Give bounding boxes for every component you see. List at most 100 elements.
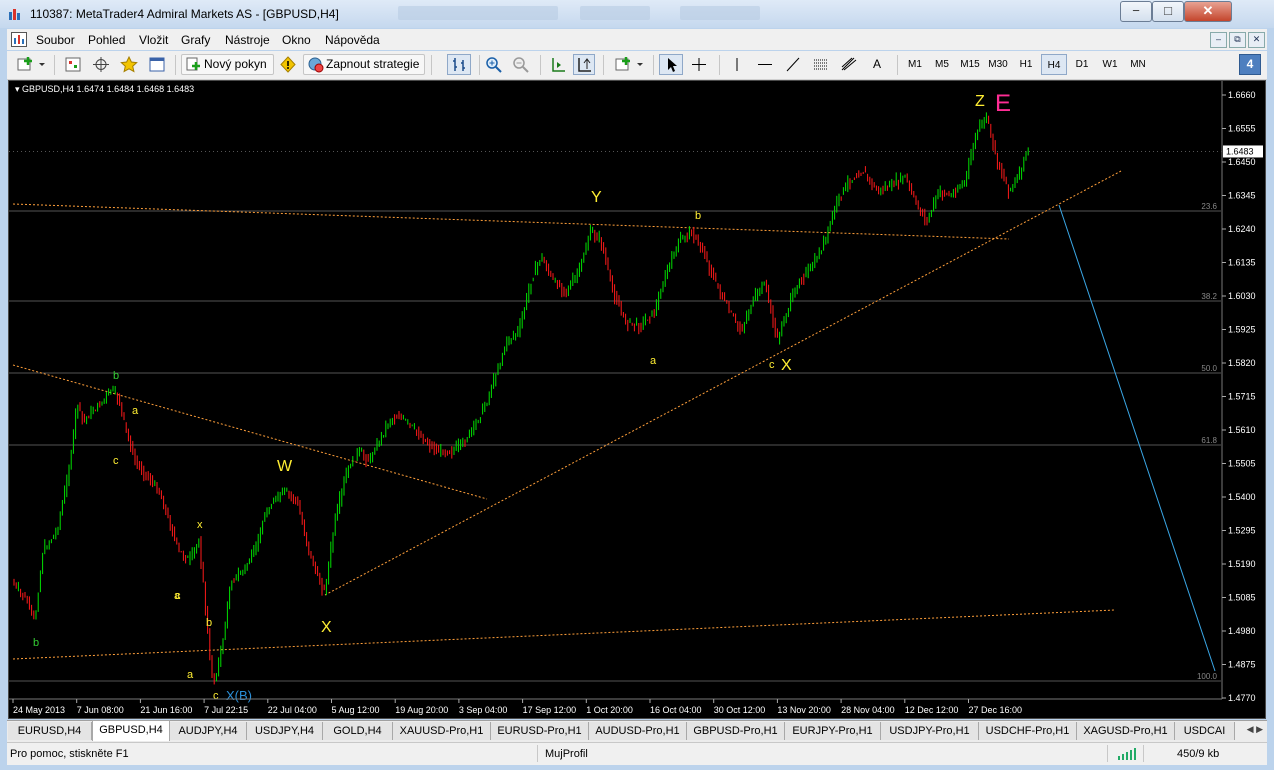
tab-gbpusd-pro-h1[interactable]: GBPUSD-Pro,H1	[687, 722, 785, 740]
price-axis-label: 1.5505	[1228, 459, 1256, 469]
fibo-level-label: 38.2	[1201, 292, 1217, 301]
horizontal-line-tool-button[interactable]	[753, 54, 777, 75]
metatrader-app-icon	[9, 9, 20, 20]
wave-label: c	[175, 590, 181, 602]
wave-label: a	[187, 669, 194, 681]
time-axis-label: 30 Oct 12:00	[714, 705, 766, 715]
autoscroll-button[interactable]	[573, 54, 595, 75]
current-price-label: 1.6483	[1226, 146, 1254, 156]
vertical-line-icon	[736, 58, 738, 71]
zoom-out-button[interactable]	[510, 54, 532, 75]
price-chart[interactable]: 23.6 38.2 50.0 61.8 100.0 b a c b a c x c b a X(B) W X Ya…	[8, 80, 1266, 719]
tab-xauusd-pro-h1[interactable]: XAUUSD-Pro,H1	[393, 722, 491, 740]
timeframe-w1[interactable]: W1	[1097, 54, 1123, 75]
terminal-window-icon	[149, 57, 165, 72]
tab-gbpusd-h4[interactable]: GBPUSD,H4	[92, 720, 170, 741]
window-minimize-button[interactable]: −	[1120, 1, 1152, 22]
price-axis-label: 1.5190	[1228, 559, 1256, 569]
ascending-support-line	[324, 170, 1122, 596]
menu-napoveda[interactable]: Nápověda	[325, 33, 380, 47]
fibonacci-icon	[841, 57, 857, 71]
fibonacci-tool-button[interactable]	[837, 54, 861, 75]
menu-vlozit[interactable]: Vložit	[139, 33, 168, 47]
time-axis-label: 7 Jul 22:15	[204, 705, 248, 715]
timeframe-d1[interactable]: D1	[1069, 54, 1095, 75]
tab-usdjpy-pro-h1[interactable]: USDJPY-Pro,H1	[881, 722, 979, 740]
time-axis-label: 22 Jul 04:00	[268, 705, 317, 715]
time-axis-label: 19 Aug 20:00	[395, 705, 448, 715]
status-traffic: 450/9 kb	[1177, 748, 1220, 760]
indicators-button[interactable]	[611, 54, 647, 75]
new-chart-button[interactable]	[13, 54, 49, 75]
new-order-label: Nový pokyn	[204, 57, 267, 71]
tab-usdjpy-h4[interactable]: USDJPY,H4	[247, 722, 323, 740]
zoom-out-icon	[513, 57, 529, 73]
chart-shift-button[interactable]	[547, 54, 569, 75]
crosshair-navigator-icon	[93, 57, 109, 72]
horizontal-line-icon	[758, 64, 772, 65]
channel-tool-button[interactable]	[809, 54, 833, 75]
window-maximize-button[interactable]: □	[1152, 1, 1184, 22]
timeframe-m1[interactable]: M1	[902, 54, 928, 75]
fibo-level-label: 50.0	[1201, 364, 1217, 373]
timeframe-h4[interactable]: H4	[1041, 54, 1067, 75]
timeframe-m30[interactable]: M30	[985, 54, 1011, 75]
status-profile[interactable]: MujProfil	[545, 748, 588, 760]
mdi-restore-button[interactable]: ⧉	[1229, 32, 1246, 48]
timeframe-m15[interactable]: M15	[957, 54, 983, 75]
metaeditor-warning-button[interactable]	[277, 54, 299, 75]
bar-chart-button[interactable]	[447, 54, 471, 75]
tab-scroll-arrows[interactable]: ◀ ▶	[1247, 724, 1263, 735]
wave-label: x	[197, 519, 203, 531]
chart-window-icon[interactable]	[11, 32, 27, 47]
autotrading-button[interactable]: Zapnout strategie	[303, 54, 425, 75]
new-chart-icon	[17, 57, 45, 71]
tab-eurusd-pro-h1[interactable]: EURUSD-Pro,H1	[491, 722, 589, 740]
menu-bar: Soubor Pohled Vložit Grafy Nástroje Okno…	[7, 29, 1267, 50]
menu-pohled[interactable]: Pohled	[88, 33, 125, 47]
menu-soubor[interactable]: Soubor	[36, 33, 75, 47]
background-window-tab	[680, 6, 760, 20]
terminal-button[interactable]	[145, 54, 169, 75]
price-axis-label: 1.6450	[1228, 157, 1256, 167]
tab-gold-h4[interactable]: GOLD,H4	[323, 722, 393, 740]
chart-menu-arrow-icon[interactable]: ▾	[15, 84, 20, 94]
notifications-badge[interactable]: 4	[1239, 54, 1261, 75]
menu-nastroje[interactable]: Nástroje	[225, 33, 270, 47]
time-axis-label: 28 Nov 04:00	[841, 705, 895, 715]
chart-header-text: GBPUSD,H4 1.6474 1.6484 1.6468 1.6483	[22, 84, 195, 94]
bar-chart-icon	[453, 58, 465, 71]
chart-header: ▾ GBPUSD,H4 1.6474 1.6484 1.6468 1.6483	[15, 84, 194, 95]
time-axis-label: 24 May 2013	[13, 705, 65, 715]
text-tool-label: A	[872, 57, 881, 71]
vertical-line-tool-button[interactable]	[725, 54, 749, 75]
new-order-button[interactable]: Nový pokyn	[181, 54, 274, 75]
mdi-close-button[interactable]: ✕	[1248, 32, 1265, 48]
market-watch-button[interactable]	[61, 54, 85, 75]
window-close-button[interactable]: ✕	[1184, 1, 1232, 22]
zoom-in-button[interactable]	[483, 54, 505, 75]
tab-eurjpy-pro-h1[interactable]: EURJPY-Pro,H1	[785, 722, 881, 740]
menu-grafy[interactable]: Grafy	[181, 33, 210, 47]
trendline-tool-button[interactable]	[781, 54, 805, 75]
upper-resistance-line	[12, 203, 1010, 240]
mdi-minimize-button[interactable]: –	[1210, 32, 1227, 48]
timeframe-m5[interactable]: M5	[929, 54, 955, 75]
timeframe-h1[interactable]: H1	[1013, 54, 1039, 75]
text-tool-button[interactable]: A	[865, 54, 889, 75]
tab-eurusd-h4[interactable]: EURUSD,H4	[8, 722, 92, 740]
autotrading-label: Zapnout strategie	[326, 57, 420, 71]
crosshair-tool-button[interactable]	[687, 54, 711, 75]
favorites-button[interactable]	[117, 54, 141, 75]
timeframe-mn[interactable]: MN	[1125, 54, 1151, 75]
wave-label: X	[321, 619, 332, 636]
navigator-button[interactable]	[89, 54, 113, 75]
tab-xagusd-pro-h1[interactable]: XAGUSD-Pro,H1	[1077, 722, 1175, 740]
tab-usdcai[interactable]: USDCAI	[1175, 722, 1235, 740]
menu-okno[interactable]: Okno	[282, 33, 311, 47]
cursor-tool-button[interactable]	[659, 54, 683, 75]
tab-usdchf-pro-h1[interactable]: USDCHF-Pro,H1	[979, 722, 1077, 740]
trendline-icon	[786, 57, 800, 72]
tab-audusd-pro-h1[interactable]: AUDUSD-Pro,H1	[589, 722, 687, 740]
tab-audjpy-h4[interactable]: AUDJPY,H4	[170, 722, 247, 740]
